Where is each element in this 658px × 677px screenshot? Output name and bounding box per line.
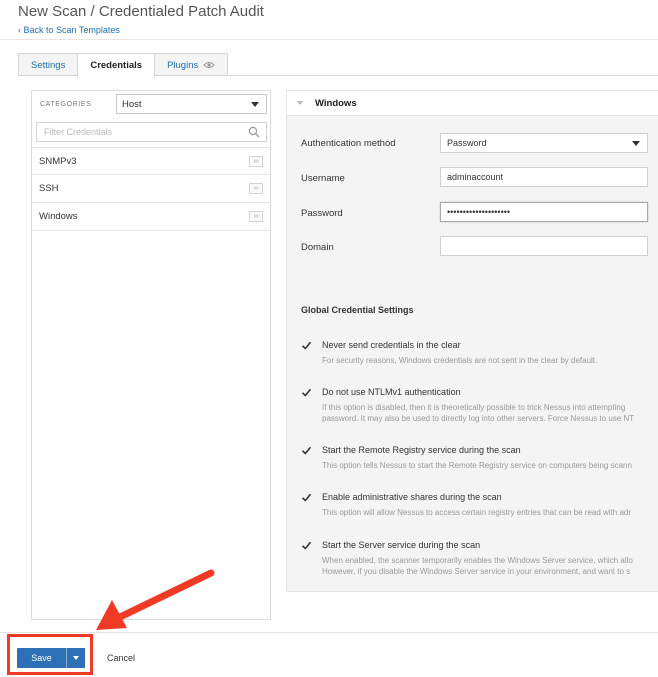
password-label: Password [301,208,343,219]
option-server-service: Start the Server service during the scan… [301,540,658,582]
option-description: When enabled, the scanner temporarily en… [322,556,633,576]
option-description: This option will allow Nessus to access … [322,508,632,517]
option-admin-shares: Enable administrative shares during the … [301,492,658,522]
tab-plugins-label: Plugins [167,59,199,71]
chevron-down-icon [251,102,259,107]
credential-type-label: SNMPv3 [39,155,77,167]
save-button[interactable]: Save [17,648,66,668]
windows-credential-panel: Windows Authentication method Password U… [286,90,658,592]
domain-label: Domain [301,242,334,253]
footer-divider [0,632,658,633]
domain-field[interactable] [440,236,648,256]
credential-type-label: Windows [39,211,78,222]
categories-selected-value: Host [122,98,142,110]
filter-credentials-input[interactable] [36,122,267,142]
section-title: Windows [315,97,357,109]
option-description: For security reasons, Windows credential… [322,356,598,365]
global-settings-title: Global Credential Settings [301,305,414,315]
eye-icon [203,62,215,68]
header-divider [0,39,658,40]
tab-credentials-label: Credentials [90,60,143,71]
credential-type-snmpv3[interactable]: SNMPv3 ∞ [32,147,270,175]
option-label: Start the Server service during the scan [322,540,481,550]
search-icon [248,126,260,138]
option-never-send-clear: Never send credentials in the clear For … [301,340,658,370]
option-description: If this option is disabled, then it is t… [322,403,635,423]
cancel-link[interactable]: Cancel [107,653,135,663]
option-label: Never send credentials in the clear [322,340,461,350]
credential-type-ssh[interactable]: SSH ∞ [32,175,270,203]
back-to-templates-link[interactable]: ‹ Back to Scan Templates [18,25,120,35]
username-field[interactable] [440,167,648,187]
option-label: Do not use NTLMv1 authentication [322,387,461,397]
option-no-ntlmv1: Do not use NTLMv1 authentication If this… [301,387,658,429]
collapse-icon[interactable] [297,101,303,105]
credential-type-label: SSH [39,183,59,194]
credentials-sidebar: CATEGORIES Host SNMPv3 ∞ SSH ∞ Windows ∞ [31,90,271,620]
option-description: This option tells Nessus to start the Re… [322,461,632,470]
categories-label: CATEGORIES [40,101,92,108]
credential-type-list: SNMPv3 ∞ SSH ∞ Windows ∞ [32,147,270,231]
tab-credentials[interactable]: Credentials [77,53,156,77]
tab-settings[interactable]: Settings [18,53,79,76]
option-label: Start the Remote Registry service during… [322,445,521,455]
username-label: Username [301,173,345,184]
page-title: New Scan / Credentialed Patch Audit [18,3,264,20]
option-label: Enable administrative shares during the … [322,492,502,502]
tab-plugins[interactable]: Plugins [154,53,229,76]
tab-bar: Settings Credentials Plugins [18,53,229,77]
infinity-icon: ∞ [249,156,263,167]
checkmark-icon[interactable] [301,340,312,351]
save-options-dropdown[interactable] [66,648,85,668]
chevron-down-icon [632,141,640,146]
credential-type-windows[interactable]: Windows ∞ [32,203,270,231]
option-remote-registry: Start the Remote Registry service during… [301,445,658,475]
infinity-icon: ∞ [249,183,263,194]
auth-method-value: Password [447,138,487,148]
checkmark-icon[interactable] [301,540,312,551]
password-field[interactable] [440,202,648,222]
checkmark-icon[interactable] [301,445,312,456]
infinity-icon: ∞ [249,211,263,222]
checkmark-icon[interactable] [301,387,312,398]
categories-select[interactable]: Host [116,94,267,114]
auth-method-label: Authentication method [301,138,396,149]
windows-section-header[interactable]: Windows [287,90,658,116]
chevron-down-icon [73,656,79,660]
auth-method-select[interactable]: Password [440,133,648,153]
checkmark-icon[interactable] [301,492,312,503]
save-button-group: Save [17,648,85,668]
tab-settings-label: Settings [31,59,66,71]
